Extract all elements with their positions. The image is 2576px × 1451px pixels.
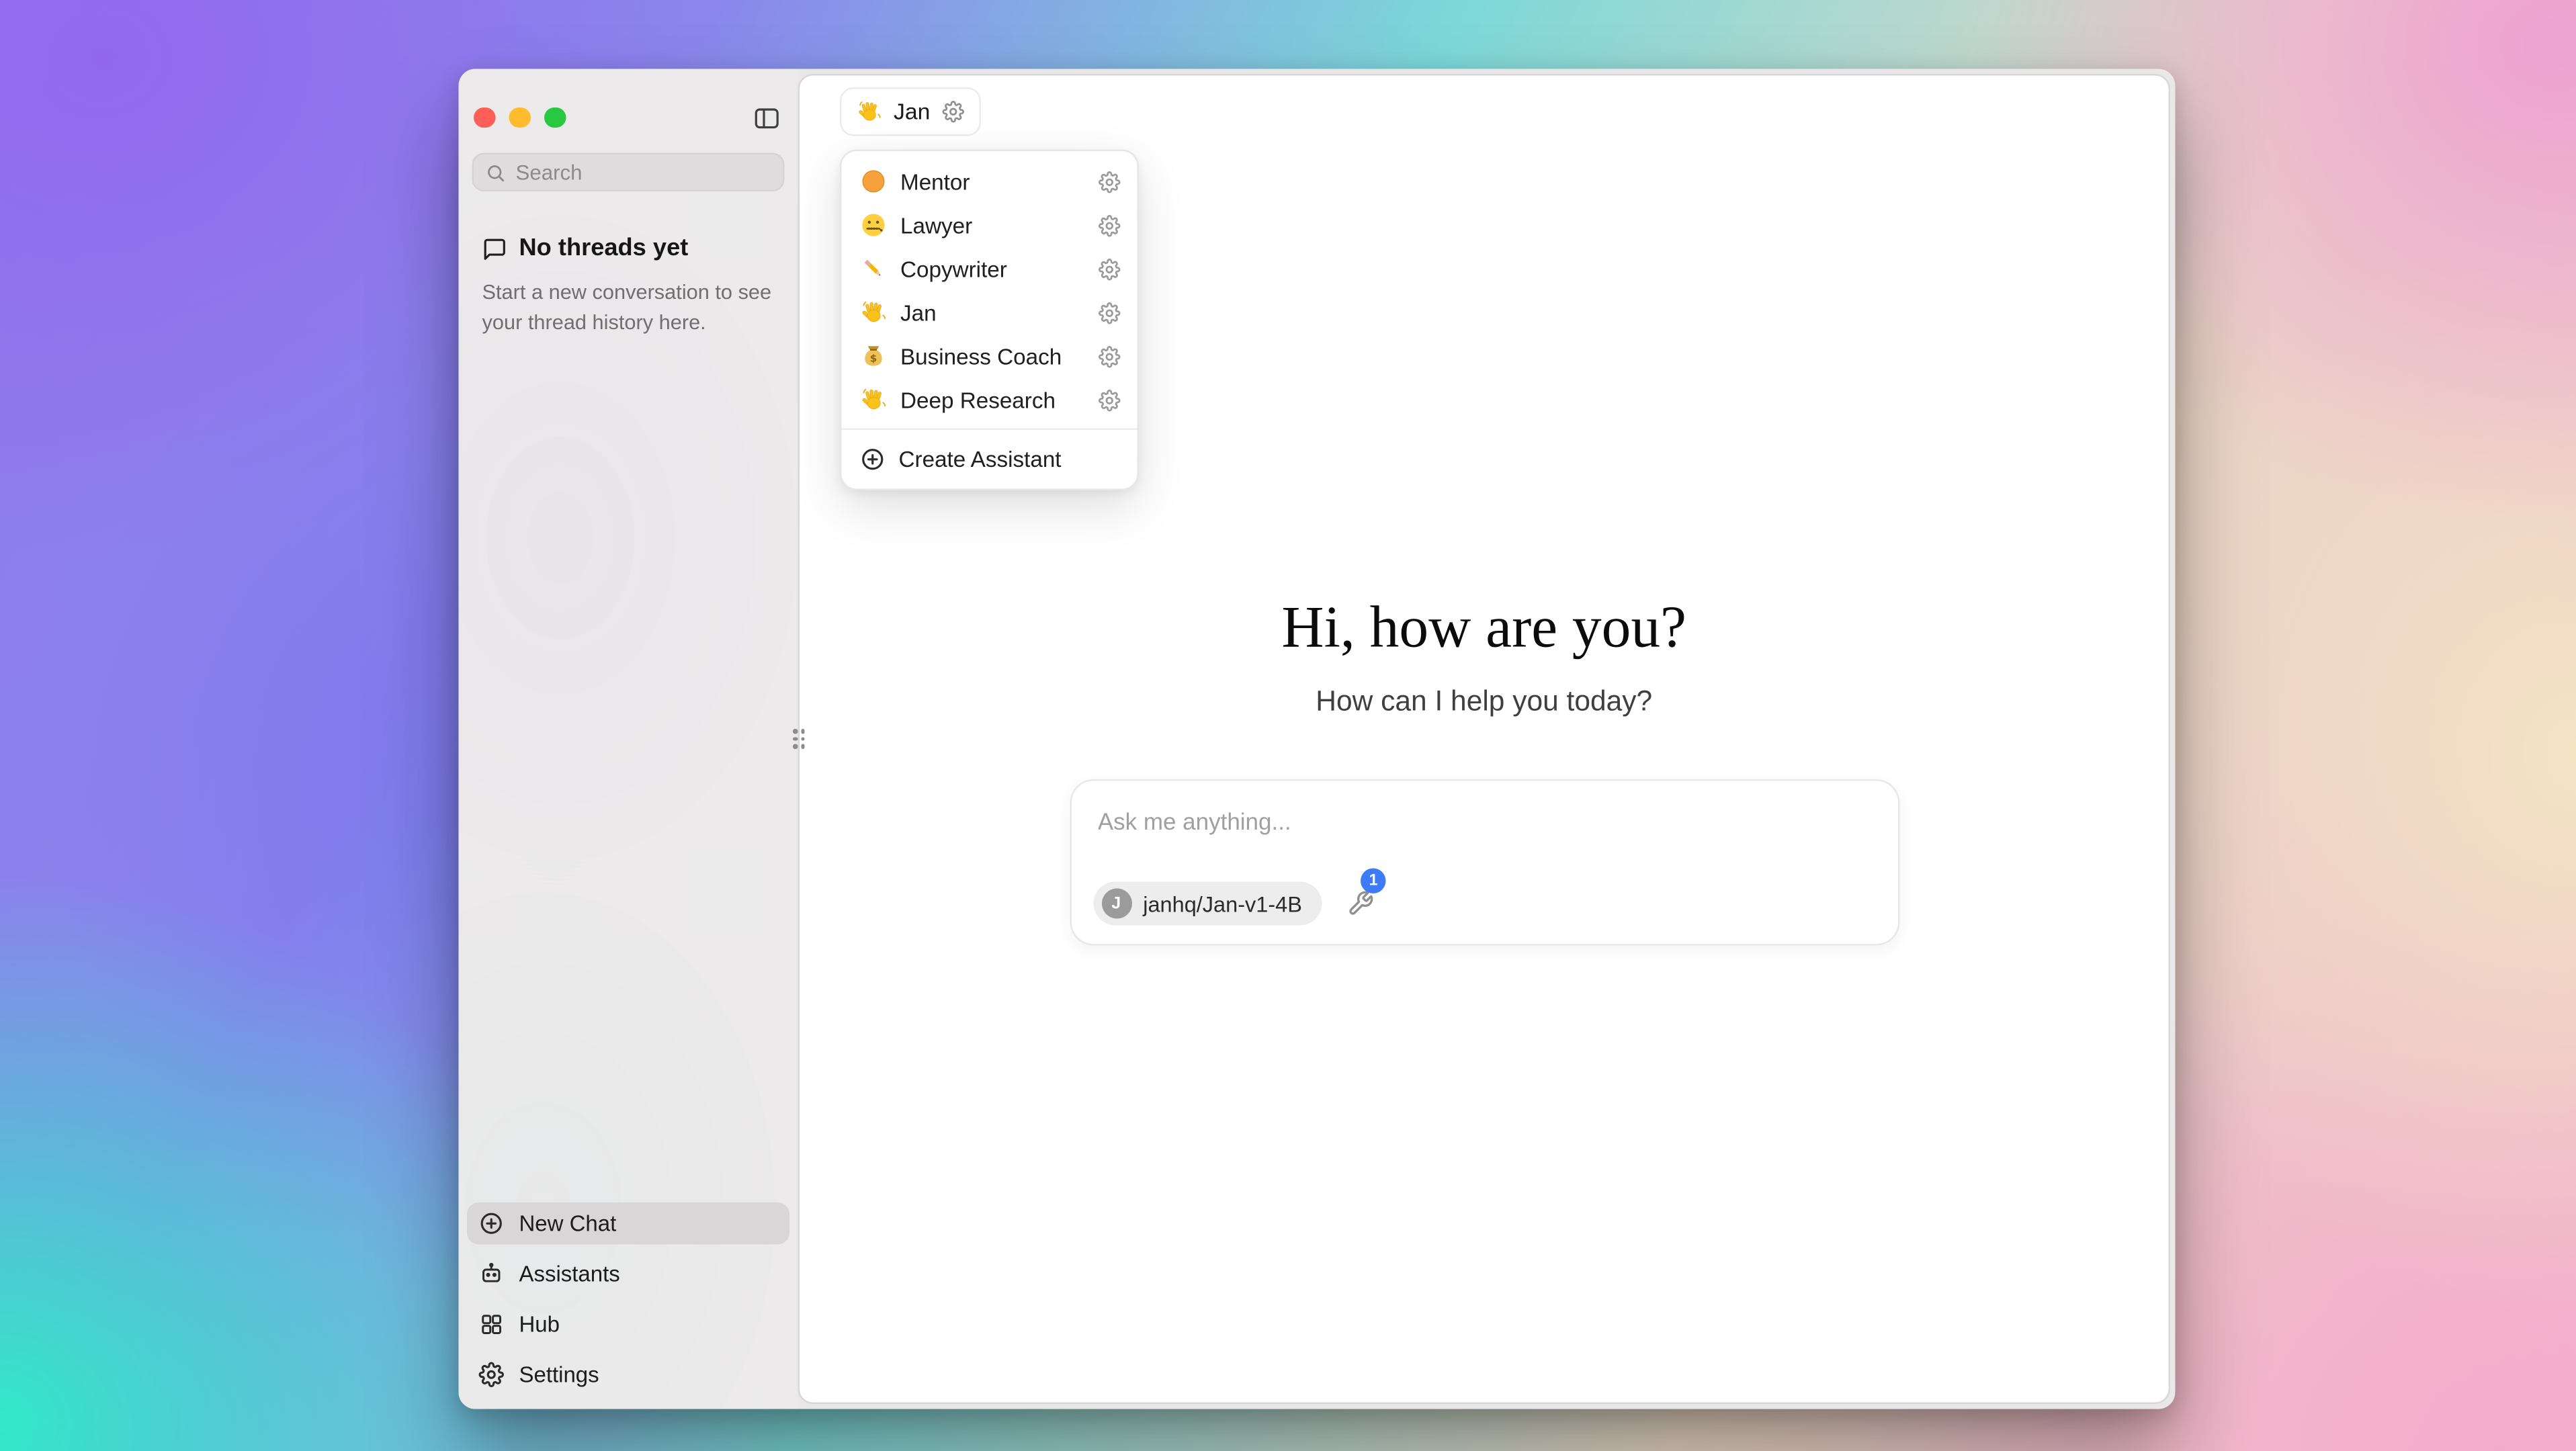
prompt-input[interactable] — [1081, 793, 1887, 850]
tool-count-badge: 1 — [1361, 869, 1386, 894]
assistant-menu-item-label: Copywriter — [900, 256, 1085, 281]
minimize-window-button[interactable] — [509, 107, 530, 128]
search-input[interactable] — [516, 161, 771, 184]
empty-state-description: Start a new conversation to see your thr… — [472, 277, 778, 339]
chat-panel: Jan Mentor Lawyer — [798, 74, 2171, 1404]
money-bag-icon — [860, 343, 887, 369]
create-assistant-button[interactable]: Create Assistant — [842, 437, 1137, 480]
assistant-settings-button[interactable] — [1099, 171, 1121, 193]
window-controls — [474, 107, 565, 128]
assistant-selector-label: Jan — [894, 98, 930, 124]
threads-empty-state: No threads yet Start a new conversation … — [459, 191, 798, 338]
assistant-icon — [479, 1262, 505, 1287]
sidebar-nav: New Chat Assistants Hub Settings — [467, 1202, 789, 1396]
greeting: Hi, how are you? How can I help you toda… — [800, 593, 2169, 719]
assistant-menu-item-business-coach[interactable]: Business Coach — [842, 335, 1137, 378]
sidebar-item-assistants[interactable]: Assistants — [467, 1253, 789, 1295]
gear-icon — [479, 1362, 505, 1388]
assistant-settings-button[interactable] — [1099, 389, 1121, 411]
gear-icon — [1099, 258, 1121, 280]
menu-divider — [842, 429, 1137, 431]
empty-state-title: No threads yet — [519, 235, 689, 262]
assistant-settings-button[interactable] — [1099, 345, 1121, 367]
greeting-title: Hi, how are you? — [800, 593, 2169, 664]
assistant-settings-button[interactable] — [1099, 258, 1121, 280]
assistant-settings-button[interactable] — [1099, 302, 1121, 324]
assistant-menu-item-lawyer[interactable]: Lawyer — [842, 204, 1137, 247]
chat-bubble-icon — [482, 236, 508, 261]
assistant-menu-item-label: Business Coach — [900, 343, 1085, 369]
gear-icon — [1099, 345, 1121, 367]
assistant-menu-item-label: Mentor — [900, 169, 1085, 194]
assistant-menu-item-jan[interactable]: Jan — [842, 291, 1137, 335]
model-selector[interactable]: J janhq/Jan-v1-4B — [1092, 882, 1322, 926]
close-window-button[interactable] — [474, 107, 495, 128]
sidebar-item-settings[interactable]: Settings — [467, 1354, 789, 1396]
wave-hand-icon — [857, 98, 882, 124]
sidebar-item-label: New Chat — [519, 1211, 617, 1237]
sidebar-item-new-chat[interactable]: New Chat — [467, 1202, 789, 1245]
gear-icon — [1099, 302, 1121, 324]
zoom-window-button[interactable] — [544, 107, 565, 128]
app-window: No threads yet Start a new conversation … — [459, 69, 2176, 1409]
composer: J janhq/Jan-v1-4B 1 — [1069, 779, 1899, 946]
sidebar-toggle-button[interactable] — [753, 103, 781, 132]
wrench-icon — [1347, 890, 1374, 917]
wave-hand-icon — [860, 299, 887, 326]
plus-circle-icon — [860, 446, 886, 472]
assistant-settings-button[interactable] — [1099, 214, 1121, 236]
zipper-face-icon — [860, 212, 887, 238]
search-icon — [486, 162, 506, 182]
gear-icon — [1099, 171, 1121, 193]
assistant-menu-item-label: Deep Research — [900, 387, 1085, 412]
sidebar-item-label: Hub — [519, 1312, 560, 1337]
sidebar-toggle-icon — [753, 103, 781, 132]
panel-resize-handle[interactable] — [793, 729, 805, 748]
chat-header: Jan — [800, 76, 2169, 146]
assistant-menu: Mentor Lawyer Copywriter — [840, 150, 1139, 491]
composer-toolbar: J janhq/Jan-v1-4B 1 — [1092, 882, 1374, 926]
search-box[interactable] — [472, 153, 785, 192]
greeting-subtitle: How can I help you today? — [800, 685, 2169, 719]
orange-circle-icon — [860, 168, 887, 195]
assistant-menu-item-label: Lawyer — [900, 212, 1085, 238]
pencil-icon — [860, 255, 887, 282]
tools-button[interactable]: 1 — [1347, 890, 1374, 917]
assistant-menu-item-mentor[interactable]: Mentor — [842, 160, 1137, 204]
gear-icon[interactable] — [942, 100, 964, 122]
model-avatar: J — [1101, 889, 1131, 919]
assistant-menu-item-deep-research[interactable]: Deep Research — [842, 378, 1137, 422]
sidebar-item-label: Settings — [519, 1362, 599, 1388]
assistant-selector[interactable]: Jan — [840, 87, 980, 136]
sidebar-item-label: Assistants — [519, 1262, 620, 1287]
sidebar-item-hub[interactable]: Hub — [467, 1303, 789, 1346]
model-name: janhq/Jan-v1-4B — [1143, 891, 1302, 916]
sidebar: No threads yet Start a new conversation … — [459, 69, 798, 1409]
desktop-background: No threads yet Start a new conversation … — [0, 0, 2576, 1451]
assistant-menu-item-label: Jan — [900, 300, 1085, 325]
assistant-menu-item-copywriter[interactable]: Copywriter — [842, 247, 1137, 291]
hub-icon — [479, 1312, 505, 1337]
gear-icon — [1099, 214, 1121, 236]
sidebar-header — [459, 69, 798, 143]
wave-hand-icon — [860, 386, 887, 413]
gear-icon — [1099, 389, 1121, 411]
plus-circle-icon — [479, 1211, 505, 1237]
create-assistant-label: Create Assistant — [899, 446, 1062, 472]
